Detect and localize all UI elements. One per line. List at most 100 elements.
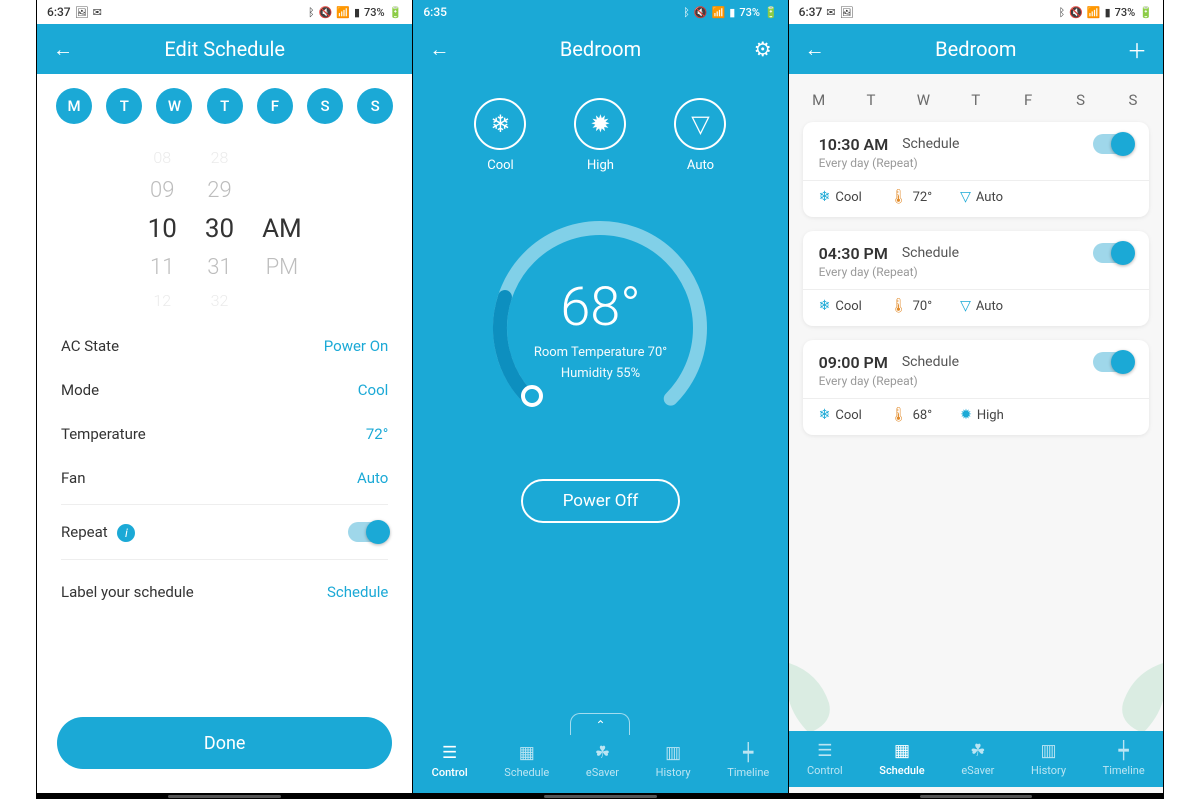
nav-esaver[interactable]: ☘eSaver <box>961 741 994 777</box>
ampm-wheel[interactable]: AM PM <box>262 142 302 316</box>
mute-icon: 🔇 <box>694 6 708 19</box>
snowflake-icon: ❄ <box>819 189 831 205</box>
status-time: 6:37 <box>799 5 823 19</box>
nav-esaver[interactable]: ☘eSaver <box>586 743 619 779</box>
android-nav-bar <box>789 793 1163 799</box>
timeline-icon: ┿ <box>743 743 753 763</box>
back-icon[interactable]: ← <box>429 37 449 62</box>
card-toggle[interactable] <box>1093 134 1133 154</box>
day-chip-fri[interactable]: F <box>257 88 293 124</box>
leaf-decoration <box>788 643 859 743</box>
temperature-dial[interactable]: 68° Room Temperature 70° Humidity 55% <box>485 213 715 443</box>
wifi-icon: 📶 <box>712 6 726 19</box>
schedule-card[interactable]: 09:00 PM Schedule Every day (Repeat) ❄Co… <box>803 340 1149 435</box>
snowflake-icon: ❄ <box>474 98 526 150</box>
mode-high[interactable]: ✹ High <box>574 98 626 173</box>
chip-mode: ❄Cool <box>819 298 862 314</box>
back-icon[interactable]: ← <box>805 37 825 62</box>
battery-icon: 🔋 <box>1139 6 1153 19</box>
hour-wheel[interactable]: 08 09 10 11 12 <box>148 148 177 310</box>
nav-history[interactable]: ▥History <box>656 743 691 779</box>
app-bar: ← Bedroom ⚙ <box>413 24 787 74</box>
card-sub: Every day (Repeat) <box>819 374 1133 388</box>
day-thu[interactable]: T <box>964 88 988 112</box>
minute-wheel[interactable]: 28 29 30 31 32 <box>205 148 234 310</box>
row-ac-state[interactable]: AC State Power On <box>61 324 388 368</box>
nav-timeline[interactable]: ┿Timeline <box>1103 741 1145 777</box>
plus-icon[interactable]: ＋ <box>1127 35 1147 64</box>
chip-mode: ❄Cool <box>819 189 862 205</box>
app-bar: ← Edit Schedule <box>37 24 412 74</box>
chip-temp: 🌡68° <box>890 407 932 423</box>
card-toggle[interactable] <box>1093 352 1133 372</box>
fan-icon: ✹ <box>960 407 972 423</box>
signal-icon: ▮ <box>354 6 360 19</box>
day-tue[interactable]: T <box>859 88 883 112</box>
snowflake-icon: ❄ <box>819 407 831 423</box>
card-label: Schedule <box>902 136 959 152</box>
day-mon[interactable]: M <box>807 88 831 112</box>
time-picker[interactable]: 08 09 10 11 12 28 29 30 31 32 AM PM <box>37 134 412 324</box>
page-title: Bedroom <box>789 37 1163 61</box>
card-label: Schedule <box>902 354 959 370</box>
thermometer-icon: 🌡 <box>890 407 908 423</box>
app-bar: ← Bedroom ＋ <box>789 24 1163 74</box>
days-row: M T W T F S S <box>789 74 1163 122</box>
row-fan[interactable]: Fan Auto <box>61 456 388 500</box>
schedule-card[interactable]: 10:30 AM Schedule Every day (Repeat) ❄Co… <box>803 122 1149 217</box>
mode-auto[interactable]: ▽ Auto <box>674 98 726 173</box>
chip-mode: ❄Cool <box>819 407 862 423</box>
nav-timeline[interactable]: ┿Timeline <box>727 743 769 779</box>
row-temperature[interactable]: Temperature 72° <box>61 412 388 456</box>
day-chip-sun[interactable]: S <box>357 88 393 124</box>
done-button[interactable]: Done <box>57 717 392 769</box>
nav-control[interactable]: ☰Control <box>807 741 843 777</box>
chip-temp: 🌡70° <box>890 298 932 314</box>
repeat-toggle[interactable] <box>348 522 388 542</box>
battery-text: 73% <box>1115 6 1136 19</box>
day-sun[interactable]: S <box>1121 88 1145 112</box>
shield-icon: ▽ <box>674 98 726 150</box>
schedule-card[interactable]: 04:30 PM Schedule Every day (Repeat) ❄Co… <box>803 231 1149 326</box>
power-button[interactable]: Power Off <box>521 479 681 523</box>
image-icon: 🖼 <box>75 6 89 19</box>
day-wed[interactable]: W <box>911 88 935 112</box>
row-mode[interactable]: Mode Cool <box>61 368 388 412</box>
day-chip-sat[interactable]: S <box>307 88 343 124</box>
day-chip-mon[interactable]: M <box>56 88 92 124</box>
info-icon[interactable]: i <box>117 524 135 542</box>
thermometer-icon: 🌡 <box>890 298 908 314</box>
card-toggle[interactable] <box>1093 243 1133 263</box>
nav-schedule[interactable]: ▦Schedule <box>504 743 549 779</box>
chevron-up-icon[interactable]: ⌃ <box>570 713 630 735</box>
battery-icon: 🔋 <box>389 6 403 19</box>
day-sat[interactable]: S <box>1069 88 1093 112</box>
back-icon[interactable]: ← <box>53 37 73 62</box>
signal-icon: ▮ <box>729 6 735 19</box>
bluetooth-icon: ᛒ <box>1059 6 1066 19</box>
nav-control[interactable]: ☰Control <box>432 743 468 779</box>
day-chip-wed[interactable]: W <box>156 88 192 124</box>
row-label[interactable]: Label your schedule Schedule <box>61 564 388 620</box>
chip-fan: ▽Auto <box>960 298 1003 314</box>
status-time: 6:37 <box>47 5 71 19</box>
day-chip-thu[interactable]: T <box>207 88 243 124</box>
nav-schedule[interactable]: ▦Schedule <box>879 741 924 777</box>
chip-fan: ✹High <box>960 407 1004 423</box>
calendar-icon: ▦ <box>894 741 910 761</box>
day-chip-tue[interactable]: T <box>106 88 142 124</box>
card-label: Schedule <box>902 245 959 261</box>
nav-history[interactable]: ▥History <box>1031 741 1066 777</box>
mode-cool[interactable]: ❄ Cool <box>474 98 526 173</box>
chart-icon: ▥ <box>1041 741 1057 761</box>
card-sub: Every day (Repeat) <box>819 265 1133 279</box>
day-fri[interactable]: F <box>1016 88 1040 112</box>
gear-icon[interactable]: ⚙ <box>754 37 772 61</box>
target-temp: 68° <box>560 276 640 339</box>
days-row: M T W T F S S <box>37 74 412 134</box>
room-temp: Room Temperature 70° <box>534 345 667 360</box>
status-bar: 6:35 ᛒ 🔇 📶 ▮ 73% 🔋 <box>413 0 787 24</box>
sliders-icon: ☰ <box>817 741 832 761</box>
android-nav-bar <box>413 793 787 799</box>
chart-icon: ▥ <box>665 743 681 763</box>
